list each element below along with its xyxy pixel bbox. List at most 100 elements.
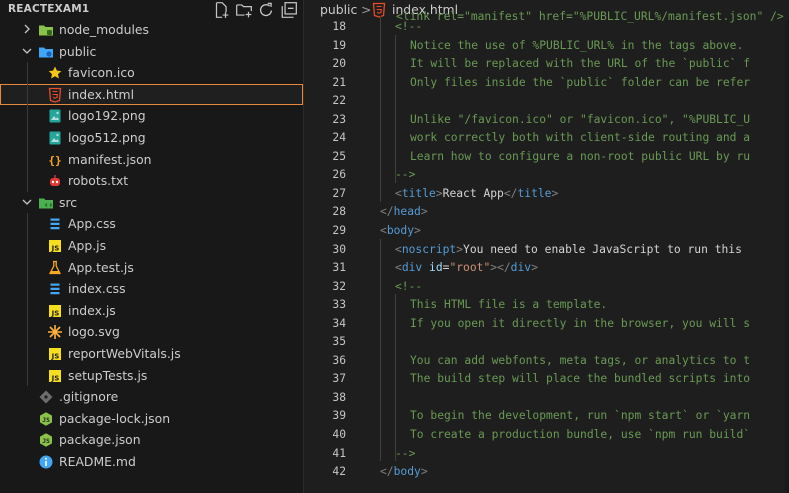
test-flask-icon xyxy=(47,260,63,276)
code-line[interactable]: 29 <body> xyxy=(304,222,789,241)
tree-file[interactable]: App.css xyxy=(0,213,303,235)
code-token: > xyxy=(551,186,559,200)
star-icon xyxy=(47,65,63,81)
chevron-right-icon[interactable] xyxy=(21,23,33,35)
code-line[interactable]: 27 <title>React App</title> xyxy=(304,185,789,204)
code-line[interactable]: 18 <!-- xyxy=(304,18,789,37)
tree-file[interactable]: JS package.json xyxy=(0,429,303,451)
tree-file[interactable]: robots.txt xyxy=(0,170,303,192)
tree-folder[interactable]: public xyxy=(0,41,303,63)
js-icon: JS xyxy=(47,368,63,384)
tree-file[interactable]: index.html xyxy=(0,83,303,106)
tree-item-label: public xyxy=(59,43,97,59)
tree-folder[interactable]: node_modules xyxy=(0,19,303,41)
tree-item-label: setupTests.js xyxy=(68,367,148,383)
explorer-title[interactable]: REACTEXAM1 xyxy=(8,3,89,15)
tree-file[interactable]: .gitignore xyxy=(0,386,303,408)
code-line[interactable]: 30 <noscript>You need to enable JavaScrip… xyxy=(304,241,789,260)
code-line[interactable]: 31 <div id="root"></div> xyxy=(304,259,789,278)
css-icon xyxy=(47,216,63,232)
code-token: work correctly both with client-side rou… xyxy=(410,131,751,145)
code-line[interactable]: 41 --> xyxy=(304,445,789,464)
code-line[interactable]: 32 <!-- xyxy=(304,278,789,297)
code-line[interactable]: 42 </body> xyxy=(304,463,789,482)
code-line[interactable]: 19 Notice the use of %PUBLIC_URL% in the … xyxy=(304,37,789,56)
code-token: If you open it directly in the browser, … xyxy=(410,316,751,330)
code-text: <noscript>You need to enable JavaScript … xyxy=(395,243,742,256)
explorer-header: REACTEXAM1 xyxy=(0,0,303,20)
code-token: Unlike "/favicon.ico" or "favicon.ico", … xyxy=(410,112,751,126)
code-line[interactable]: 26 --> xyxy=(304,166,789,185)
css-icon xyxy=(47,281,63,297)
code-line[interactable]: 35 xyxy=(304,333,789,352)
code-token: Notice the use of %PUBLIC_URL% in the ta… xyxy=(410,38,744,52)
code-line[interactable]: 24 work correctly both with client-side r… xyxy=(304,129,789,148)
code-area[interactable]: <link rel="manifest" href="%PUBLIC_URL%/… xyxy=(304,10,789,482)
collapse-all-icon[interactable] xyxy=(280,1,298,19)
line-number: 21 xyxy=(332,75,346,89)
indent-guide xyxy=(27,62,28,192)
code-text: </head> xyxy=(380,205,428,218)
code-token: > xyxy=(414,224,421,238)
new-folder-icon[interactable] xyxy=(235,1,253,19)
svg-text:JS: JS xyxy=(42,416,50,424)
js-icon: JS xyxy=(47,238,63,254)
code-text: Learn how to configure a non-root public… xyxy=(410,150,750,163)
code-line[interactable]: 20 It will be replaced with the URL of th… xyxy=(304,55,789,74)
code-token: head xyxy=(393,205,421,219)
code-line[interactable]: 34 If you open it directly in the browser… xyxy=(304,315,789,334)
svg-text:JS: JS xyxy=(51,374,60,382)
tree-file[interactable]: App.test.js xyxy=(0,257,303,279)
line-number: 22 xyxy=(332,94,346,108)
tree-folder[interactable]: src xyxy=(0,192,303,214)
scrollbar[interactable] xyxy=(785,20,789,493)
code-line[interactable]: 21 Only files inside the `public` folder … xyxy=(304,74,789,93)
robot-icon xyxy=(47,173,63,189)
tree-file[interactable]: README.md xyxy=(0,451,303,473)
code-line[interactable]: 40 To create a production bundle, use `np… xyxy=(304,426,789,445)
tree-item-label: index.css xyxy=(68,281,126,297)
tree-file[interactable]: JS index.js xyxy=(0,300,303,322)
code-token: < xyxy=(395,261,402,275)
code-line[interactable]: 39 To begin the development, run `npm sta… xyxy=(304,407,789,426)
tree-file[interactable]: JS setupTests.js xyxy=(0,365,303,387)
line-number: 30 xyxy=(332,242,346,256)
code-line[interactable]: 37 The build step will place the bundled … xyxy=(304,370,789,389)
tree-file[interactable]: logo192.png xyxy=(0,105,303,127)
code-line[interactable]: 25 Learn how to configure a non-root publ… xyxy=(304,148,789,167)
tree-file[interactable]: index.css xyxy=(0,278,303,300)
code-token: < xyxy=(380,224,387,238)
refresh-icon[interactable] xyxy=(257,1,275,19)
code-token: This HTML file is a template. xyxy=(410,298,608,312)
tree-file[interactable]: JS reportWebVitals.js xyxy=(0,343,303,365)
code-token: React App xyxy=(442,186,504,200)
tree-file[interactable]: JS package-lock.json xyxy=(0,408,303,430)
code-line[interactable]: 38 xyxy=(304,389,789,408)
code-token: noscript xyxy=(401,242,457,256)
tree-item-label: package.json xyxy=(59,432,141,448)
chevron-down-icon[interactable] xyxy=(21,45,33,57)
tree-file[interactable]: logo.svg xyxy=(0,321,303,343)
tree-file[interactable]: JS App.js xyxy=(0,235,303,257)
code-line[interactable]: 36 You can add webfonts, meta tags, or an… xyxy=(304,352,789,371)
explorer-panel: REACTEXAM1 node_modulespublic favicon.ico… xyxy=(0,0,303,493)
git-icon xyxy=(38,389,54,405)
folder-src-icon xyxy=(38,195,54,211)
code-line[interactable]: 33 This HTML file is a template. xyxy=(304,296,789,315)
code-editor[interactable]: public > index.html <link rel="manifest"… xyxy=(304,0,789,493)
code-line[interactable]: 23 Unlike "/favicon.ico" or "favicon.ico"… xyxy=(304,111,789,130)
line-number: 23 xyxy=(332,112,346,126)
tree-item-label: README.md xyxy=(59,453,136,469)
line-number: 36 xyxy=(332,353,346,367)
tree-item-label: manifest.json xyxy=(68,151,152,167)
tree-file[interactable]: {} manifest.json xyxy=(0,149,303,171)
code-line[interactable]: 22 xyxy=(304,92,789,111)
code-text: Unlike "/favicon.ico" or "favicon.ico", … xyxy=(410,113,750,126)
code-token: < xyxy=(395,242,402,256)
tree-file[interactable]: favicon.ico xyxy=(0,62,303,84)
code-line[interactable]: 28 </head> xyxy=(304,203,789,222)
tree-file[interactable]: logo512.png xyxy=(0,127,303,149)
chevron-down-icon[interactable] xyxy=(21,196,33,208)
new-file-icon[interactable] xyxy=(212,1,230,19)
